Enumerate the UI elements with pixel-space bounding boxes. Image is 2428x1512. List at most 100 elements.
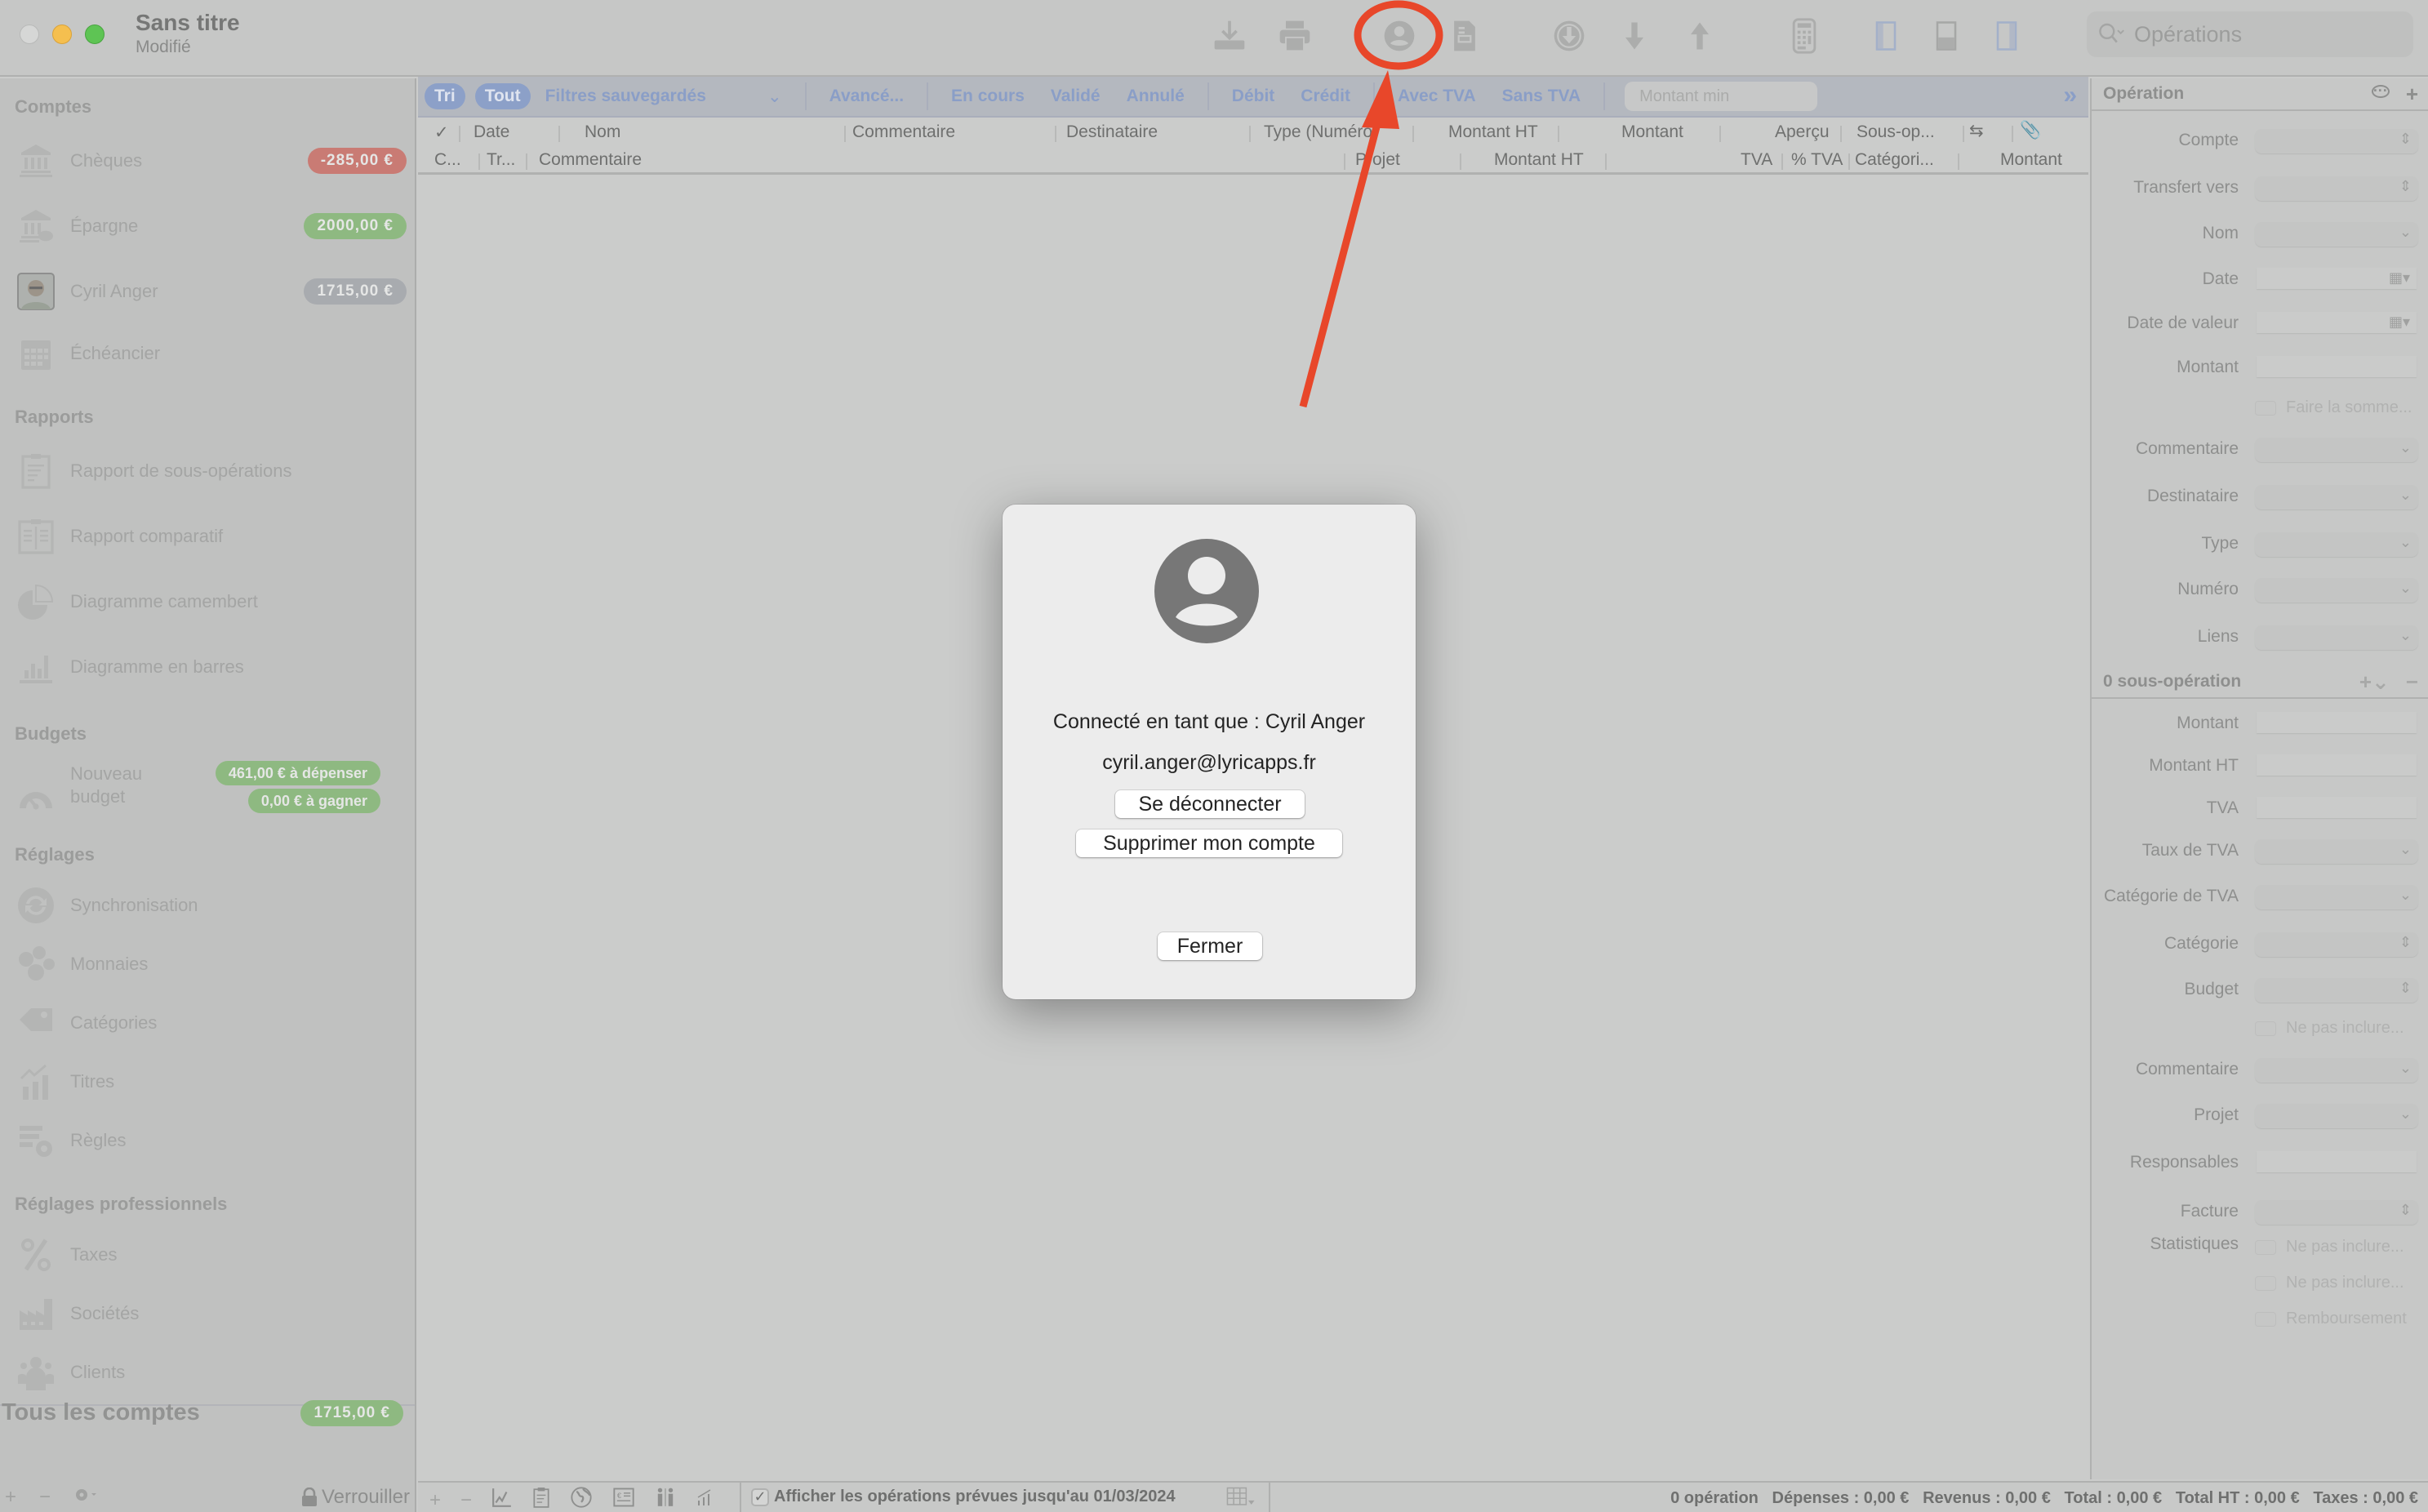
col-name[interactable]: Nom — [585, 122, 620, 142]
taux-de-tva-field[interactable]: ⌄ — [2255, 839, 2418, 864]
bottom-panel-toggle-icon[interactable] — [1925, 15, 1968, 57]
commentaire-field[interactable]: ⌄ — [2255, 438, 2418, 462]
sidebar-item-rules[interactable]: Règles — [15, 1115, 407, 1166]
col-amount-excl-tax[interactable]: Montant HT — [1448, 122, 1538, 142]
remove-account-button[interactable]: − — [39, 1486, 51, 1509]
ne-pas-inclure-checkbox[interactable]: Ne pas inclure... — [2255, 1019, 2404, 1038]
compte-field[interactable]: ⇕ — [2255, 129, 2418, 153]
sidebar-item-epargne[interactable]: Épargne 2000,00 € — [15, 201, 407, 251]
clipboard-icon[interactable] — [532, 1487, 550, 1512]
ne-pas-inclure-checkbox[interactable]: Ne pas inclure... — [2255, 1274, 2404, 1292]
liens-field[interactable]: ⌄ — [2255, 625, 2418, 650]
destinataire-field[interactable]: ⌄ — [2255, 485, 2418, 509]
sidebar-item-taxes[interactable]: Taxes — [15, 1230, 407, 1280]
maximize-window-button[interactable] — [85, 24, 105, 44]
saved-filters-dropdown[interactable]: Filtres sauvegardés ⌄ — [545, 87, 782, 107]
right-panel-toggle-icon[interactable] — [1986, 15, 2028, 57]
min-amount-input[interactable]: Montant min — [1625, 82, 1818, 111]
settings-menu-button[interactable] — [73, 1486, 101, 1510]
pending-filter-button[interactable]: En cours — [951, 87, 1025, 106]
report-document-icon[interactable] — [1443, 15, 1486, 57]
close-window-button[interactable] — [20, 24, 39, 44]
account-icon[interactable] — [1378, 15, 1421, 57]
logout-button[interactable]: Se déconnecter — [1115, 790, 1305, 818]
montant-field[interactable] — [2257, 356, 2417, 377]
sidebar-item-currencies[interactable]: Monnaies — [15, 939, 407, 989]
advanced-filter-button[interactable]: Avancé... — [829, 87, 904, 106]
type-field[interactable]: ⌄ — [2255, 532, 2418, 557]
tva-field[interactable] — [2257, 797, 2417, 818]
invoice-icon[interactable]: € — [612, 1487, 635, 1512]
nom-field[interactable]: ⌄ — [2255, 222, 2418, 247]
more-options-icon[interactable]: ··· — [2371, 82, 2390, 99]
categorie-field[interactable]: ⇕ — [2255, 932, 2418, 957]
remove-operation-button[interactable]: − — [460, 1489, 472, 1512]
more-filters-chevron-icon[interactable]: » — [2063, 82, 2077, 109]
transfert-vers-field[interactable]: ⇕ — [2255, 176, 2418, 201]
bar-chart-trend-icon[interactable] — [696, 1487, 715, 1512]
download-circle-icon[interactable] — [1548, 15, 1590, 57]
debit-filter-button[interactable]: Débit — [1232, 87, 1275, 106]
table-layout-icon[interactable] — [1225, 1486, 1257, 1512]
calculator-icon[interactable] — [1783, 15, 1825, 57]
responsables-field[interactable] — [2257, 1151, 2417, 1172]
sidebar-item-sub-operations-report[interactable]: Rapport de sous-opérations — [15, 446, 407, 496]
all-filter-pill[interactable]: Tout — [474, 83, 531, 109]
line-chart-icon[interactable] — [491, 1487, 513, 1512]
montant-field[interactable] — [2257, 712, 2417, 733]
sidebar-item-cheques[interactable]: Chèques -285,00 € — [15, 136, 407, 186]
show-planned-operations-checkbox[interactable]: ✓ Afficher les opérations prévues jusqu'… — [751, 1488, 1176, 1506]
col-preview[interactable]: Aperçu — [1775, 122, 1830, 142]
col-vat-percent[interactable]: % TVA — [1791, 150, 1843, 170]
globe-icon[interactable] — [570, 1486, 593, 1512]
sidebar-item-echeancier[interactable]: Échéancier — [15, 328, 407, 379]
without-vat-filter-button[interactable]: Sans TVA — [1502, 87, 1581, 106]
cancelled-filter-button[interactable]: Annulé — [1127, 87, 1185, 106]
sort-filter-pill[interactable]: Tri — [425, 83, 465, 109]
col-category[interactable]: Catégori... — [1855, 150, 1934, 170]
sidebar-item-categories[interactable]: Catégories — [15, 998, 407, 1048]
col-checked[interactable]: ✓ — [434, 122, 449, 143]
col-vat[interactable]: TVA — [1741, 150, 1772, 170]
col-comment-2[interactable]: Commentaire — [539, 150, 642, 170]
sidebar-item-comparative-report[interactable]: Rapport comparatif — [15, 511, 407, 562]
add-account-button[interactable]: + — [5, 1486, 16, 1509]
download-arrow-icon[interactable] — [1613, 15, 1656, 57]
col-sub-operations[interactable]: Sous-op... — [1857, 122, 1935, 142]
all-accounts-total[interactable]: Tous les comptes 1715,00 € — [0, 1399, 415, 1426]
credit-filter-button[interactable]: Crédit — [1301, 87, 1350, 106]
sidebar-item-synchronisation[interactable]: Synchronisation — [15, 880, 407, 931]
sidebar-item-clients[interactable]: Clients — [15, 1347, 407, 1398]
sidebar-item-companies[interactable]: Sociétés — [15, 1288, 407, 1339]
col-c[interactable]: C... — [434, 150, 461, 170]
date-field[interactable]: ▦▾ — [2257, 268, 2417, 289]
print-icon[interactable] — [1274, 15, 1316, 57]
commentaire-field[interactable]: ⌄ — [2255, 1058, 2418, 1083]
validated-filter-button[interactable]: Validé — [1051, 87, 1101, 106]
montant-ht-field[interactable] — [2257, 754, 2417, 776]
attachment-paperclip-icon[interactable]: 📎 — [2020, 121, 2041, 140]
col-amount[interactable]: Montant — [1621, 122, 1683, 142]
transfer-arrows-icon[interactable]: ⇆ — [1969, 121, 1984, 141]
upload-arrow-icon[interactable] — [1679, 15, 1721, 57]
col-comment[interactable]: Commentaire — [852, 122, 955, 142]
col-tr[interactable]: Tr... — [487, 150, 515, 170]
minimize-window-button[interactable] — [52, 24, 72, 44]
add-operation-button[interactable]: + — [429, 1489, 441, 1512]
lock-button[interactable]: Verrouiller — [300, 1486, 410, 1509]
sidebar-item-cyril-anger[interactable]: Cyril Anger 1715,00 € — [15, 266, 407, 317]
categorie-de-tva-field[interactable]: ⌄ — [2255, 885, 2418, 909]
delete-account-button[interactable]: Supprimer mon compte — [1076, 829, 1342, 857]
with-vat-filter-button[interactable]: Avec TVA — [1398, 87, 1476, 106]
projet-field[interactable]: ⌄ — [2255, 1104, 2418, 1128]
search-field[interactable]: Opérations — [2087, 11, 2413, 57]
col-date[interactable]: Date — [474, 122, 509, 142]
budget-field[interactable]: ⇕ — [2255, 978, 2418, 1003]
remboursement-checkbox[interactable]: Remboursement — [2255, 1310, 2407, 1328]
add-sub-operation-icon[interactable]: +⌄ — [2359, 669, 2390, 695]
sidebar-item-new-budget[interactable]: Nouveau budget 461,00 € à dépenser 0,00 €… — [15, 761, 407, 829]
left-panel-toggle-icon[interactable] — [1865, 15, 1907, 57]
col-amount-2[interactable]: Montant — [2000, 150, 2062, 170]
import-icon[interactable] — [1208, 15, 1251, 57]
ne-pas-inclure-checkbox[interactable]: Ne pas inclure... — [2255, 1238, 2404, 1256]
